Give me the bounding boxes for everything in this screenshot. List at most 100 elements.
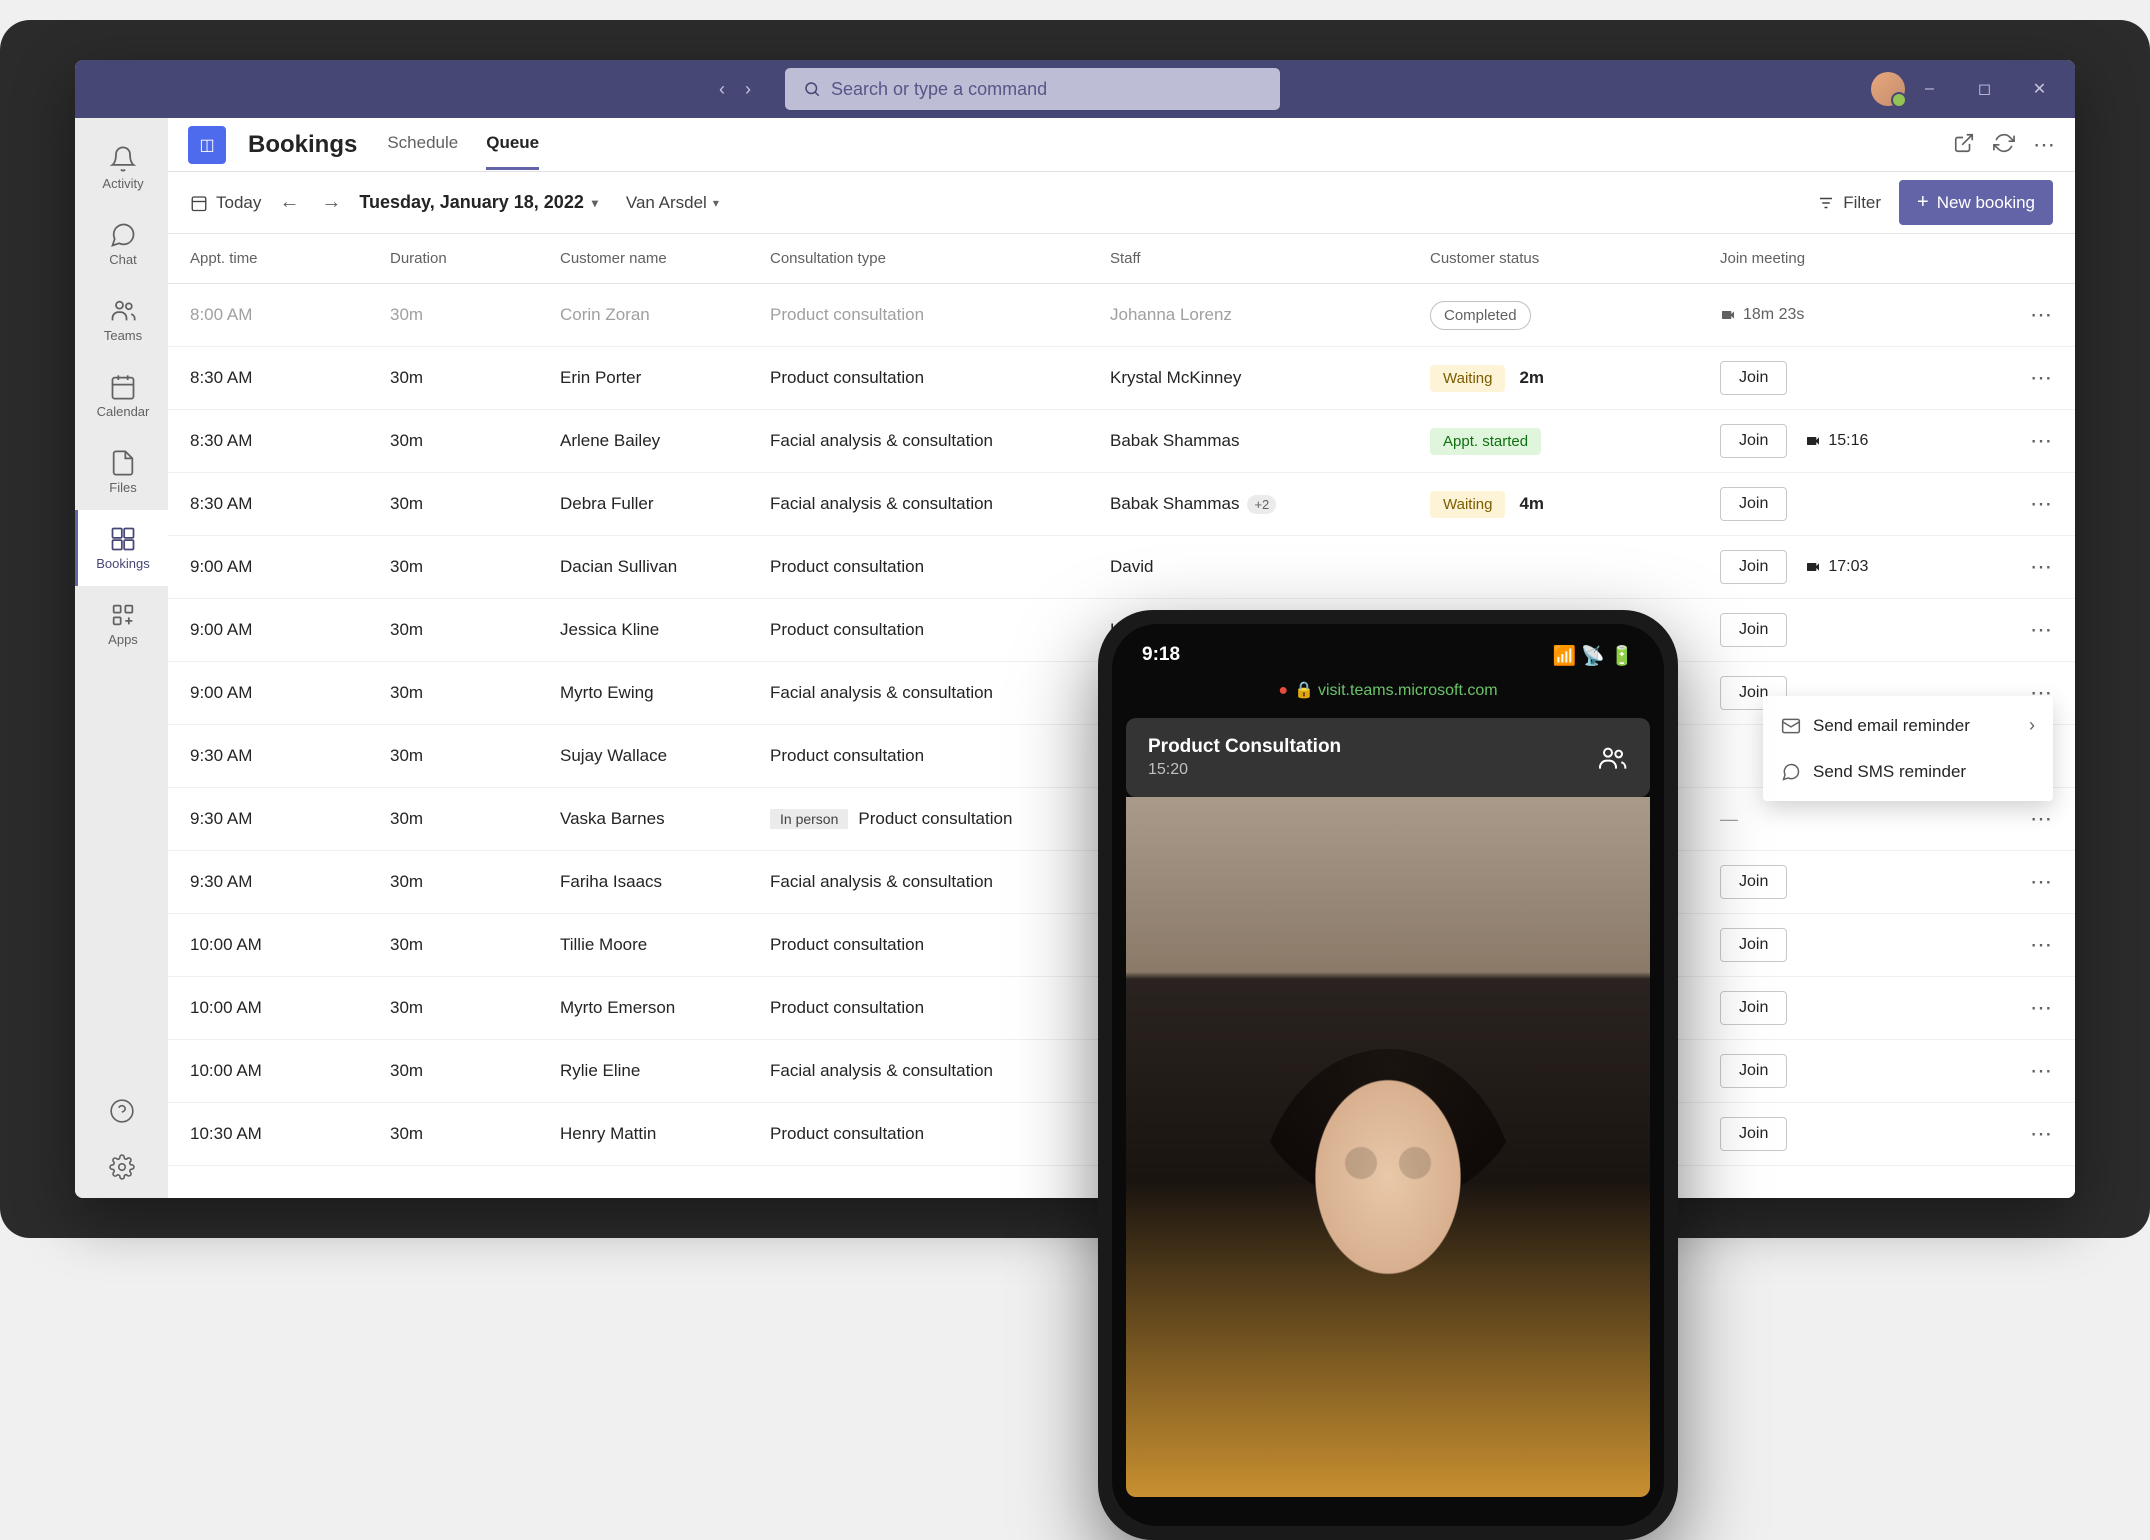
nav-forward-icon[interactable]: › bbox=[741, 75, 755, 104]
next-day-icon[interactable]: → bbox=[317, 187, 345, 218]
phone-url-bar: ●🔒visit.teams.microsoft.com bbox=[1112, 676, 1664, 704]
cell-customer: Corin Zoran bbox=[560, 305, 770, 325]
cell-staff: Babak Shammas bbox=[1110, 431, 1430, 451]
row-more-icon[interactable]: ⋯ bbox=[2030, 995, 2053, 1021]
row-more-icon[interactable]: ⋯ bbox=[2030, 554, 2053, 580]
join-button[interactable]: Join bbox=[1720, 928, 1787, 962]
cell-status: Completed bbox=[1430, 301, 1720, 330]
tab-queue[interactable]: Queue bbox=[486, 119, 539, 170]
col-status: Customer status bbox=[1430, 250, 1720, 267]
table-row[interactable]: 8:00 AM30mCorin ZoranProduct consultatio… bbox=[168, 284, 2075, 347]
join-button[interactable]: Join bbox=[1720, 487, 1787, 521]
location-selector[interactable]: Van Arsdel▾ bbox=[626, 193, 719, 213]
prev-day-icon[interactable]: ← bbox=[275, 187, 303, 218]
cell-duration: 30m bbox=[390, 620, 560, 640]
today-button[interactable]: Today bbox=[190, 193, 261, 213]
cell-duration: 30m bbox=[390, 557, 560, 577]
join-button[interactable]: Join bbox=[1720, 424, 1787, 458]
row-more-icon[interactable]: ⋯ bbox=[2030, 302, 2053, 328]
cell-customer: Myrto Ewing bbox=[560, 683, 770, 703]
maximize-button[interactable]: ◻ bbox=[1957, 60, 2012, 118]
cell-customer: Fariha Isaacs bbox=[560, 872, 770, 892]
phone-meeting-duration: 15:20 bbox=[1148, 761, 1341, 779]
cell-status: Waiting2m bbox=[1430, 365, 1720, 392]
join-button[interactable]: Join bbox=[1720, 613, 1787, 647]
recording-info: 15:16 bbox=[1805, 432, 1868, 450]
cell-join: Join ⋯ bbox=[1720, 613, 2053, 647]
rail-chat[interactable]: Chat bbox=[75, 206, 168, 282]
row-more-icon[interactable]: ⋯ bbox=[2030, 1058, 2053, 1084]
table-row[interactable]: 8:30 AM30mArlene BaileyFacial analysis &… bbox=[168, 410, 2075, 473]
date-selector[interactable]: Tuesday, January 18, 2022▾ bbox=[359, 192, 598, 213]
row-more-icon[interactable]: ⋯ bbox=[2030, 365, 2053, 391]
join-button[interactable]: Join bbox=[1720, 1117, 1787, 1151]
more-icon[interactable]: ⋯ bbox=[2033, 132, 2055, 158]
rail-teams[interactable]: Teams bbox=[75, 282, 168, 358]
phone-time: 9:18 bbox=[1142, 644, 1180, 668]
rail-label: Chat bbox=[109, 252, 136, 267]
tab-schedule[interactable]: Schedule bbox=[387, 119, 458, 170]
cell-type: Facial analysis & consultation bbox=[770, 683, 1110, 703]
user-avatar[interactable] bbox=[1871, 72, 1905, 106]
row-more-icon[interactable]: ⋯ bbox=[2030, 491, 2053, 517]
new-booking-button[interactable]: +New booking bbox=[1899, 180, 2053, 225]
join-button[interactable]: Join bbox=[1720, 550, 1787, 584]
cell-duration: 30m bbox=[390, 746, 560, 766]
cell-time: 10:00 AM bbox=[190, 998, 390, 1018]
search-input[interactable] bbox=[831, 79, 1262, 100]
chevron-down-icon: ▾ bbox=[713, 196, 719, 210]
rail-bookings[interactable]: Bookings bbox=[75, 510, 168, 586]
cell-duration: 30m bbox=[390, 872, 560, 892]
rail-label: Teams bbox=[104, 328, 142, 343]
rail-apps[interactable]: Apps bbox=[75, 586, 168, 662]
cell-type: Product consultation bbox=[770, 1124, 1110, 1144]
col-staff: Staff bbox=[1110, 250, 1430, 267]
rail-calendar[interactable]: Calendar bbox=[75, 358, 168, 434]
row-more-icon[interactable]: ⋯ bbox=[2030, 869, 2053, 895]
row-more-icon[interactable]: ⋯ bbox=[2030, 806, 2053, 832]
cell-type: Facial analysis & consultation bbox=[770, 1061, 1110, 1081]
staff-extra-badge: +2 bbox=[1247, 495, 1276, 514]
help-icon[interactable] bbox=[109, 1098, 135, 1124]
col-time: Appt. time bbox=[190, 250, 390, 267]
nav-back-icon[interactable]: ‹ bbox=[715, 75, 729, 104]
join-button[interactable]: Join bbox=[1720, 361, 1787, 395]
cell-type: Product consultation bbox=[770, 557, 1110, 577]
popout-icon[interactable] bbox=[1953, 132, 1975, 154]
cell-customer: Vaska Barnes bbox=[560, 809, 770, 829]
cell-join: Join ⋯ bbox=[1720, 928, 2053, 962]
cell-time: 9:30 AM bbox=[190, 746, 390, 766]
minimize-button[interactable]: – bbox=[1902, 60, 1957, 118]
close-button[interactable]: ✕ bbox=[2012, 60, 2067, 118]
menu-send-sms[interactable]: Send SMS reminder bbox=[1763, 749, 2053, 795]
status-badge: Waiting bbox=[1430, 365, 1505, 392]
join-button[interactable]: Join bbox=[1720, 865, 1787, 899]
participants-icon[interactable] bbox=[1596, 742, 1628, 774]
filter-button[interactable]: Filter bbox=[1817, 193, 1881, 213]
cell-time: 8:30 AM bbox=[190, 431, 390, 451]
menu-send-email[interactable]: Send email reminder› bbox=[1763, 702, 2053, 749]
row-more-icon[interactable]: ⋯ bbox=[2030, 932, 2053, 958]
join-button[interactable]: Join bbox=[1720, 1054, 1787, 1088]
refresh-icon[interactable] bbox=[1993, 132, 2015, 154]
cell-type: Product consultation bbox=[770, 746, 1110, 766]
cell-time: 9:30 AM bbox=[190, 809, 390, 829]
settings-icon[interactable] bbox=[109, 1154, 135, 1180]
rail-files[interactable]: Files bbox=[75, 434, 168, 510]
row-more-icon[interactable]: ⋯ bbox=[2030, 617, 2053, 643]
table-row[interactable]: 8:30 AM30mDebra FullerFacial analysis & … bbox=[168, 473, 2075, 536]
join-button[interactable]: Join bbox=[1720, 991, 1787, 1025]
table-row[interactable]: 9:00 AM30mDacian SullivanProduct consult… bbox=[168, 536, 2075, 599]
cell-customer: Debra Fuller bbox=[560, 494, 770, 514]
cell-duration: 30m bbox=[390, 683, 560, 703]
cell-staff: Babak Shammas+2 bbox=[1110, 494, 1430, 514]
cell-join: 18m 23s⋯ bbox=[1720, 302, 2053, 328]
row-more-icon[interactable]: ⋯ bbox=[2030, 428, 2053, 454]
cell-duration: 30m bbox=[390, 305, 560, 325]
row-more-icon[interactable]: ⋯ bbox=[2030, 1121, 2053, 1147]
table-row[interactable]: 8:30 AM30mErin PorterProduct consultatio… bbox=[168, 347, 2075, 410]
cell-type: In personProduct consultation bbox=[770, 809, 1110, 829]
rail-label: Bookings bbox=[96, 556, 149, 571]
search-box[interactable] bbox=[785, 68, 1280, 110]
rail-activity[interactable]: Activity bbox=[75, 130, 168, 206]
